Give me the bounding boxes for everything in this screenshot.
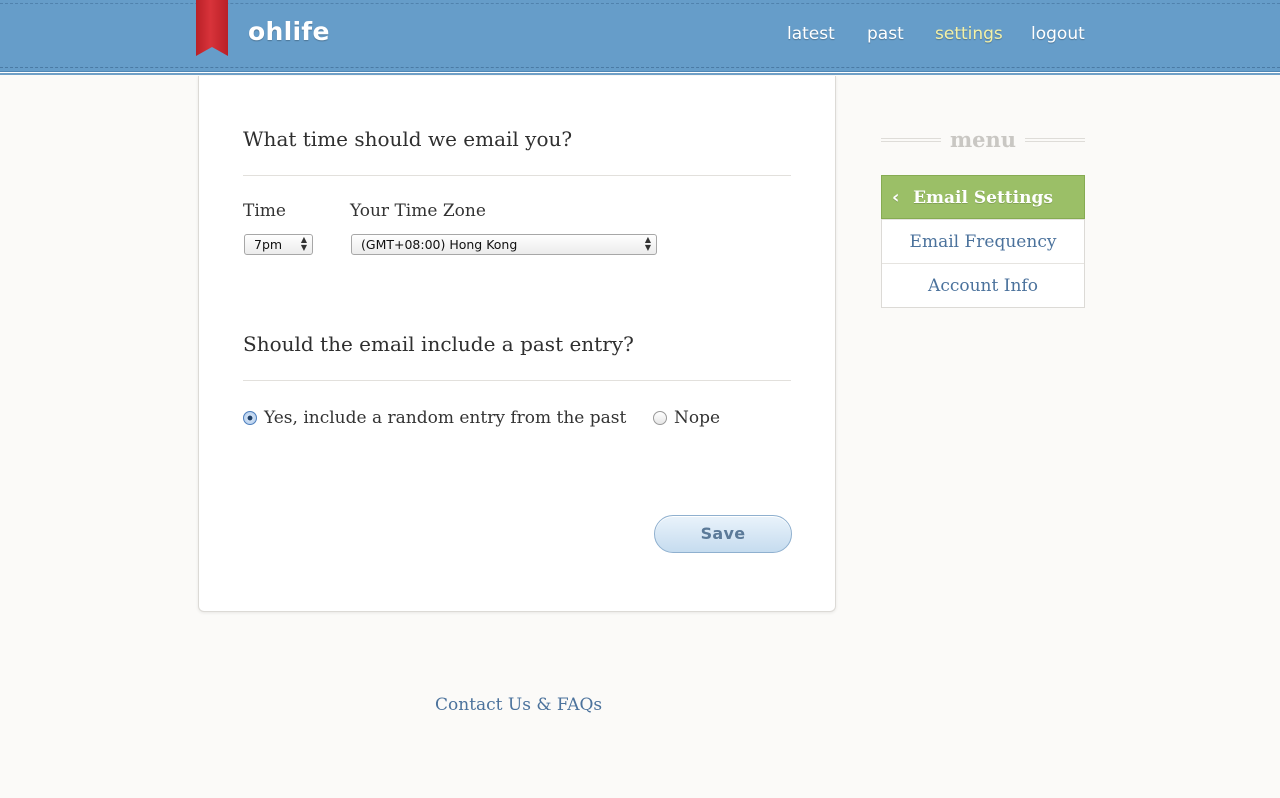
nav-logout[interactable]: logout [1031, 24, 1085, 44]
nav-settings[interactable]: settings [935, 24, 1003, 44]
contact-faq-link[interactable]: Contact Us & FAQs [435, 695, 602, 715]
timezone-select[interactable]: (GMT+08:00) Hong Kong ▲ ▼ [351, 234, 657, 255]
settings-menu: ‹ Email Settings Email Frequency Account… [881, 175, 1085, 308]
menu-item-email-settings[interactable]: ‹ Email Settings [881, 175, 1085, 219]
main-nav: latest past settings logout [0, 24, 1280, 48]
save-button[interactable]: Save [654, 515, 792, 553]
radio-button-checked[interactable] [243, 411, 257, 425]
menu-item-account-info[interactable]: Account Info [882, 263, 1084, 307]
time-label: Time [243, 201, 286, 221]
radio-nope-label: Nope [674, 408, 721, 428]
timezone-select-value: (GMT+08:00) Hong Kong [361, 237, 518, 252]
timezone-label: Your Time Zone [350, 201, 486, 221]
divider [243, 175, 791, 176]
menu-item-email-frequency[interactable]: Email Frequency [882, 219, 1084, 263]
menu-item-label: Account Info [928, 276, 1038, 296]
settings-card: What time should we email you? Time Your… [198, 76, 836, 612]
nav-latest[interactable]: latest [787, 24, 835, 44]
top-header-bar: ohlife latest past settings logout [0, 0, 1280, 72]
divider [243, 380, 791, 381]
time-select[interactable]: 7pm ▲ ▼ [244, 234, 313, 255]
past-entry-title: Should the email include a past entry? [243, 332, 634, 356]
radio-include-past[interactable]: Yes, include a random entry from the pas… [243, 407, 626, 429]
email-time-title: What time should we email you? [243, 127, 573, 151]
radio-button-unchecked[interactable] [653, 411, 667, 425]
menu-item-label: Email Settings [913, 188, 1053, 208]
chevron-left-icon: ‹ [892, 187, 900, 208]
radio-include-past-label: Yes, include a random entry from the pas… [264, 408, 627, 428]
menu-item-label: Email Frequency [909, 232, 1057, 252]
menu-heading: menu [881, 127, 1085, 153]
time-select-value: 7pm [254, 237, 283, 252]
radio-nope[interactable]: Nope [653, 407, 720, 429]
nav-past[interactable]: past [867, 24, 904, 44]
select-arrows-icon: ▲ ▼ [300, 235, 307, 252]
select-arrows-icon: ▲ ▼ [644, 235, 651, 252]
divider [1025, 138, 1085, 142]
